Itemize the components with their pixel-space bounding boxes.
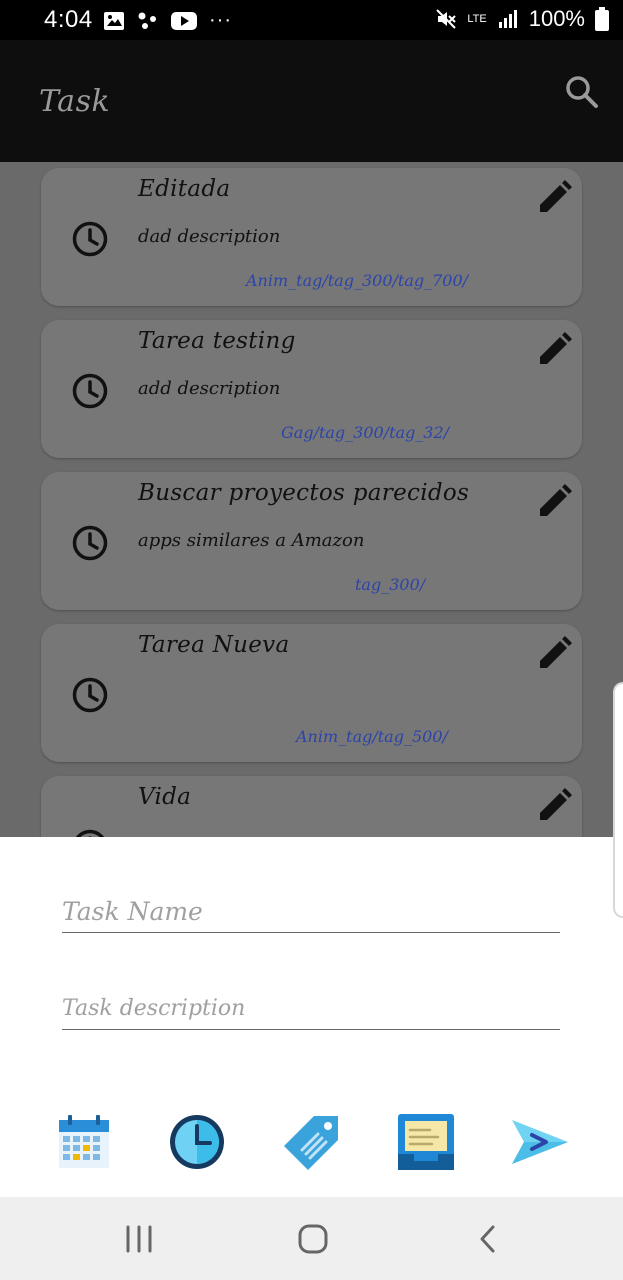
task-card[interactable]: Tarea testing add description Gag/tag_30… <box>41 320 582 458</box>
recent-apps-icon <box>126 1225 152 1253</box>
clock-icon <box>75 829 105 837</box>
network-type-icon: LTE <box>467 13 487 25</box>
status-bar: 4:04 ··· LTE 100% <box>0 0 623 40</box>
task-tags: Anim_tag/tag_500/ <box>296 727 448 746</box>
mute-icon <box>436 9 457 29</box>
back-icon <box>480 1225 495 1253</box>
task-card[interactable]: Editada dad description Anim_tag/tag_300… <box>41 168 582 306</box>
send-button[interactable] <box>510 1112 570 1172</box>
task-description-field[interactable] <box>62 980 560 1030</box>
status-time: 4:04 <box>44 6 93 33</box>
task-tags: Gag/tag_300/tag_32/ <box>281 423 450 442</box>
search-icon <box>566 76 598 108</box>
pencil-icon <box>540 484 572 516</box>
task-title: Vida <box>138 784 192 810</box>
pencil-icon <box>540 788 572 820</box>
gallery-icon <box>104 11 124 30</box>
edge-panel-handle[interactable] <box>613 682 623 918</box>
signal-icon <box>498 10 517 28</box>
app-bar: Task <box>0 40 623 162</box>
edit-button[interactable] <box>534 786 574 826</box>
time-button[interactable] <box>167 1112 227 1172</box>
battery-percent: 100% <box>528 6 585 31</box>
edit-button[interactable] <box>534 178 574 218</box>
clock-icon <box>170 1115 224 1169</box>
search-button[interactable] <box>560 70 604 114</box>
clock-icon <box>72 373 108 409</box>
task-card[interactable]: Tarea Nueva Anim_tag/tag_500/ <box>41 624 582 762</box>
task-name-field[interactable] <box>62 883 560 933</box>
notification-icons: ··· <box>103 9 232 32</box>
page-title: Task <box>39 84 111 119</box>
task-tags: Anim_tag/tag_300/tag_700/ <box>246 271 469 290</box>
task-description: dad description <box>138 226 281 247</box>
task-name-input[interactable] <box>62 883 560 932</box>
pencil-icon <box>540 636 572 668</box>
note-button[interactable] <box>396 1112 456 1172</box>
new-task-sheet <box>0 837 623 1197</box>
system-icons: LTE 100% <box>435 6 609 32</box>
task-description: add description <box>138 378 281 399</box>
task-tags: tag_300/ <box>355 575 426 594</box>
assistant-icon <box>138 12 156 29</box>
task-description: apps similares a Amazon <box>138 530 365 551</box>
edit-button[interactable] <box>534 330 574 370</box>
task-description-input[interactable] <box>62 980 560 1029</box>
pencil-icon <box>540 332 572 364</box>
calendar-icon <box>59 1115 109 1168</box>
edit-button[interactable] <box>534 634 574 674</box>
home-icon <box>298 1224 328 1254</box>
clock-icon <box>72 525 108 561</box>
send-icon <box>512 1120 568 1164</box>
task-card[interactable]: Vida <box>41 776 582 837</box>
inbox-icon <box>398 1114 454 1170</box>
tag-button[interactable] <box>282 1112 342 1172</box>
back-button[interactable] <box>466 1217 510 1261</box>
task-card[interactable]: Buscar proyectos parecidos apps similare… <box>41 472 582 610</box>
battery-icon <box>595 7 609 31</box>
tag-icon <box>284 1116 338 1170</box>
pencil-icon <box>540 180 572 212</box>
more-notifications-icon: ··· <box>209 9 232 31</box>
task-title: Tarea testing <box>138 328 296 354</box>
task-title: Tarea Nueva <box>138 632 290 658</box>
task-list[interactable]: Editada dad description Anim_tag/tag_300… <box>0 162 623 837</box>
recent-apps-button[interactable] <box>117 1217 161 1261</box>
task-title: Buscar proyectos parecidos <box>138 480 470 506</box>
clock-icon <box>72 677 108 713</box>
clock-icon <box>72 221 108 257</box>
edit-button[interactable] <box>534 482 574 522</box>
home-button[interactable] <box>291 1217 335 1261</box>
youtube-icon <box>171 11 197 30</box>
calendar-button[interactable] <box>54 1112 114 1172</box>
task-title: Editada <box>138 176 231 202</box>
system-nav-bar <box>0 1197 623 1280</box>
